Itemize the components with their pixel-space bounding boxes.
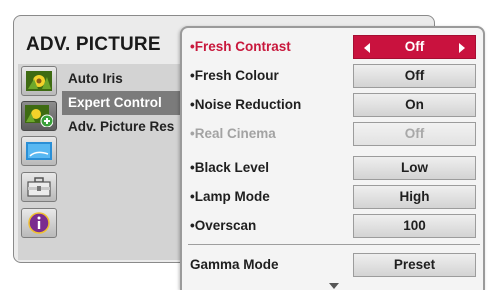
lamp-mode-label: •Lamp Mode bbox=[190, 189, 270, 204]
briefcase-icon[interactable] bbox=[21, 172, 57, 202]
scroll-down-icon[interactable] bbox=[329, 283, 339, 289]
black-level-value[interactable]: Low bbox=[353, 156, 476, 180]
category-icon-column bbox=[18, 64, 62, 260]
fresh-colour-row[interactable]: •Fresh Colour Off bbox=[190, 64, 478, 88]
menu-item-adv-picture-reset[interactable]: Adv. Picture Res bbox=[68, 115, 174, 139]
section-divider bbox=[188, 244, 480, 245]
fresh-contrast-value: Off bbox=[404, 39, 425, 54]
lamp-mode-value[interactable]: High bbox=[353, 185, 476, 209]
fresh-contrast-row[interactable]: •Fresh Contrast Off bbox=[190, 35, 478, 59]
info-icon[interactable] bbox=[21, 208, 57, 238]
real-cinema-value: Off bbox=[353, 122, 476, 146]
arrow-right-icon[interactable] bbox=[459, 43, 465, 53]
black-level-row[interactable]: •Black Level Low bbox=[190, 156, 478, 180]
picture-plus-icon[interactable] bbox=[21, 101, 57, 131]
overscan-row[interactable]: •Overscan 100 bbox=[190, 214, 478, 238]
expert-control-popup: •Fresh Contrast Off •Fresh Colour Off •N… bbox=[180, 26, 485, 290]
real-cinema-label: •Real Cinema bbox=[190, 126, 276, 141]
fresh-contrast-label: •Fresh Contrast bbox=[190, 39, 291, 54]
black-level-label: •Black Level bbox=[190, 160, 270, 175]
noise-reduction-row[interactable]: •Noise Reduction On bbox=[190, 93, 478, 117]
overscan-label: •Overscan bbox=[190, 218, 257, 233]
overscan-value[interactable]: 100 bbox=[353, 214, 476, 238]
lamp-mode-row[interactable]: •Lamp Mode High bbox=[190, 185, 478, 209]
fresh-colour-value[interactable]: Off bbox=[353, 64, 476, 88]
gamma-mode-label: Gamma Mode bbox=[190, 257, 279, 272]
menu-item-auto-iris[interactable]: Auto Iris bbox=[68, 67, 123, 91]
gamma-mode-value[interactable]: Preset bbox=[353, 253, 476, 277]
noise-reduction-label: •Noise Reduction bbox=[190, 97, 302, 112]
screen-icon[interactable] bbox=[21, 136, 57, 166]
fresh-contrast-selector[interactable]: Off bbox=[353, 35, 476, 59]
menu-title: ADV. PICTURE bbox=[26, 34, 161, 55]
noise-reduction-value[interactable]: On bbox=[353, 93, 476, 117]
arrow-left-icon[interactable] bbox=[364, 43, 370, 53]
picture-icon[interactable] bbox=[21, 66, 57, 96]
fresh-colour-label: •Fresh Colour bbox=[190, 68, 279, 83]
gamma-mode-row[interactable]: Gamma Mode Preset bbox=[190, 253, 478, 277]
real-cinema-row: •Real Cinema Off bbox=[190, 122, 478, 146]
